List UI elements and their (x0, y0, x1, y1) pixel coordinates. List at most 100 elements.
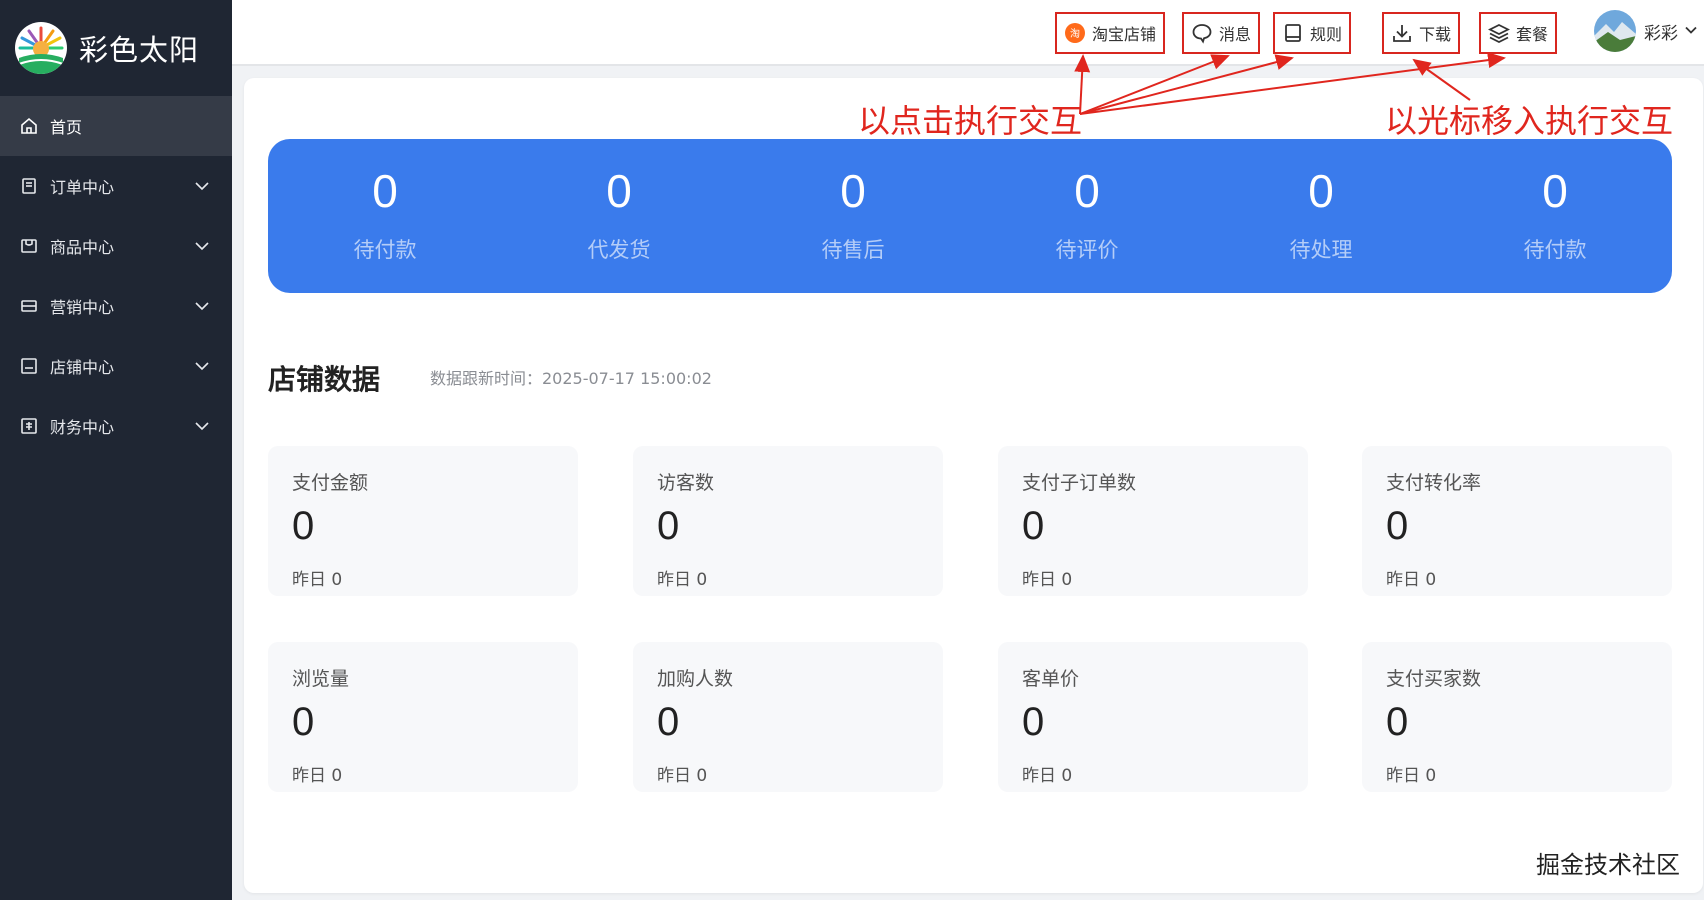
svg-text:淘: 淘 (1070, 27, 1080, 40)
sidebar-item-finance[interactable]: 财务中心 (0, 396, 232, 456)
metric-title: 支付子订单数 (1022, 472, 1137, 494)
sidebar-item-label: 店铺中心 (50, 358, 115, 377)
product-icon (20, 237, 38, 255)
user-menu[interactable]: 彩彩 (1594, 9, 1698, 53)
message-label: 消息 (1219, 25, 1252, 44)
chevron-down-icon (1684, 22, 1698, 41)
chevron-down-icon (194, 358, 210, 374)
metric-yesterday: 昨日 0 (1022, 570, 1073, 590)
metric-value: 0 (1386, 700, 1409, 744)
taobao-icon: 淘 (1064, 22, 1086, 44)
sun-logo-icon (15, 22, 67, 74)
taobao-store-label: 淘宝店铺 (1092, 25, 1157, 44)
stat-value: 0 (1308, 165, 1334, 217)
sidebar-item-label: 首页 (50, 118, 83, 137)
watermark-text: 掘金技术社区 (1536, 851, 1680, 879)
rules-button[interactable]: 规则 (1273, 12, 1352, 54)
metric-card: 支付子订单数 0 昨日 0 (998, 446, 1308, 596)
layers-icon (1488, 22, 1510, 44)
metric-yesterday: 昨日 0 (292, 570, 343, 590)
metric-card: 加购人数 0 昨日 0 (633, 642, 943, 792)
book-icon (1282, 22, 1304, 44)
metric-card: 客单价 0 昨日 0 (998, 642, 1308, 792)
metric-value: 0 (1386, 504, 1409, 548)
sidebar-item-label: 商品中心 (50, 238, 115, 257)
metric-card: 浏览量 0 昨日 0 (268, 642, 578, 792)
store-icon (20, 357, 38, 375)
sidebar-item-marketing[interactable]: 营销中心 (0, 276, 232, 336)
package-button[interactable]: 套餐 (1479, 12, 1558, 54)
main-content: 0 待付款 0 代发货 0 待售后 0 待评价 0 待处理 0 待付款 店铺数据… (244, 78, 1703, 893)
message-button[interactable]: 消息 (1182, 12, 1261, 54)
order-stats-bar: 0 待付款 0 代发货 0 待售后 0 待评价 0 待处理 0 待付款 (268, 139, 1672, 293)
order-icon (20, 177, 38, 195)
metric-yesterday: 昨日 0 (292, 766, 343, 786)
sidebar-item-label: 营销中心 (50, 298, 115, 317)
sidebar-item-store[interactable]: 店铺中心 (0, 336, 232, 396)
metric-title: 支付金额 (292, 472, 369, 494)
store-data-title: 店铺数据 (268, 363, 381, 396)
stat-pending-shipment[interactable]: 0 代发货 (502, 139, 736, 293)
metric-title: 客单价 (1022, 668, 1080, 690)
download-label: 下载 (1419, 25, 1452, 44)
marketing-icon (20, 297, 38, 315)
sidebar-item-home[interactable]: 首页 (0, 96, 232, 156)
stat-label: 待付款 (1523, 238, 1587, 262)
metric-title: 访客数 (657, 472, 715, 494)
metric-yesterday: 昨日 0 (1022, 766, 1073, 786)
stat-value: 0 (840, 165, 866, 217)
message-icon (1191, 22, 1213, 44)
metric-title: 支付买家数 (1386, 668, 1482, 690)
top-header: 淘 淘宝店铺 消息 规则 下载 套餐 彩彩 (232, 0, 1704, 66)
metric-value: 0 (1022, 504, 1045, 548)
stat-label: 代发货 (587, 238, 651, 262)
metric-value: 0 (1022, 700, 1045, 744)
stat-pending-aftersale[interactable]: 0 待售后 (736, 139, 970, 293)
metric-yesterday: 昨日 0 (657, 766, 708, 786)
annotation-hover-text: 以光标移入执行交互 (1385, 102, 1674, 140)
metric-yesterday: 昨日 0 (657, 570, 708, 590)
metric-title: 支付转化率 (1386, 472, 1482, 494)
metric-value: 0 (657, 700, 680, 744)
metric-yesterday: 昨日 0 (1386, 570, 1437, 590)
metric-card: 支付买家数 0 昨日 0 (1362, 642, 1672, 792)
metric-card: 支付金额 0 昨日 0 (268, 446, 578, 596)
stat-value: 0 (1074, 165, 1100, 217)
chevron-down-icon (194, 418, 210, 434)
brand-name: 彩色太阳 (79, 33, 200, 67)
taobao-store-button[interactable]: 淘 淘宝店铺 (1055, 12, 1166, 54)
data-update-time: 数据跟新时间：2025-07-17 15:00:02 (430, 369, 712, 388)
user-name: 彩彩 (1644, 23, 1678, 44)
stat-value: 0 (1542, 165, 1568, 217)
sidebar-item-products[interactable]: 商品中心 (0, 216, 232, 276)
download-icon (1391, 22, 1413, 44)
stat-label: 待售后 (821, 238, 885, 262)
avatar (1594, 10, 1636, 52)
home-icon (20, 117, 38, 135)
metric-title: 浏览量 (292, 668, 350, 690)
stat-label: 待处理 (1289, 238, 1353, 262)
download-button[interactable]: 下载 (1382, 12, 1461, 54)
brand-logo[interactable]: 彩色太阳 (0, 0, 232, 96)
stat-pending-payment[interactable]: 0 待付款 (268, 139, 502, 293)
chevron-down-icon (194, 298, 210, 314)
metric-value: 0 (657, 504, 680, 548)
metric-value: 0 (292, 700, 315, 744)
sidebar-item-label: 订单中心 (50, 178, 115, 197)
stat-label: 待评价 (1055, 238, 1119, 262)
stat-value: 0 (606, 165, 632, 217)
metric-yesterday: 昨日 0 (1386, 766, 1437, 786)
sidebar-item-orders[interactable]: 订单中心 (0, 156, 232, 216)
metric-card: 访客数 0 昨日 0 (633, 446, 943, 596)
annotation-click-text: 以点击执行交互 (858, 102, 1083, 140)
metric-card: 支付转化率 0 昨日 0 (1362, 446, 1672, 596)
stat-pending-process[interactable]: 0 待处理 (1204, 139, 1438, 293)
stat-pending-payment-2[interactable]: 0 待付款 (1438, 139, 1672, 293)
chevron-down-icon (194, 178, 210, 194)
stat-pending-review[interactable]: 0 待评价 (970, 139, 1204, 293)
metric-title: 加购人数 (657, 668, 734, 690)
package-label: 套餐 (1516, 25, 1549, 44)
sidebar-item-label: 财务中心 (50, 418, 115, 437)
stat-label: 待付款 (353, 238, 417, 262)
rules-label: 规则 (1310, 25, 1343, 44)
